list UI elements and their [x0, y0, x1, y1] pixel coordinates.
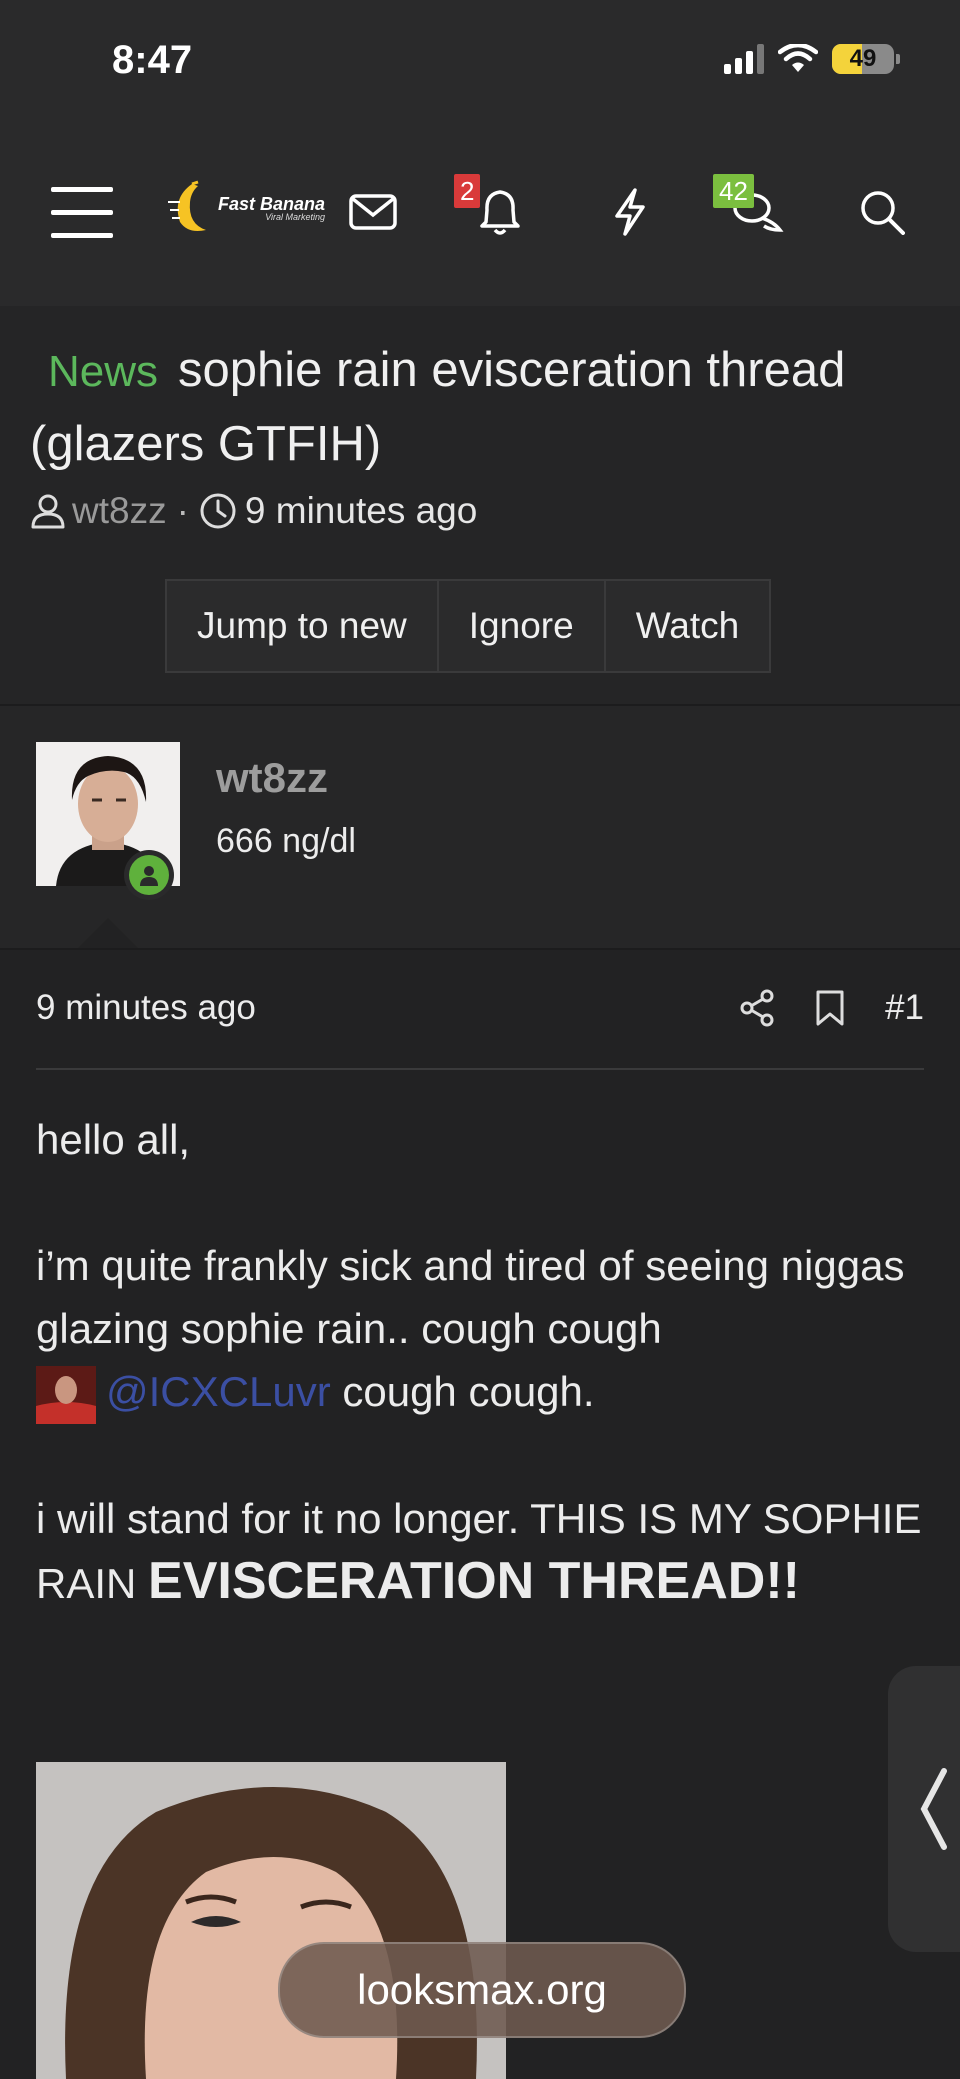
bolt-icon	[615, 188, 645, 236]
post-bold-text: EVISCERATION THREAD!!	[148, 1551, 800, 1610]
logo-tagline: Viral Marketing	[265, 211, 326, 222]
clock-icon	[200, 493, 236, 529]
side-drawer-tab[interactable]	[888, 1666, 960, 1952]
post-body: hello all, i’m quite frankly sick and ti…	[36, 1108, 924, 1678]
user-title: 666 ng/dl	[216, 822, 356, 860]
post-text: cough cough.	[342, 1368, 595, 1415]
post-paragraph: i will stand for it no longer. THIS IS M…	[36, 1487, 924, 1615]
banana-logo-icon	[168, 180, 206, 231]
logo-name: Fast Banana	[218, 193, 326, 214]
user-bar-arrow	[78, 918, 138, 948]
jump-to-new-button[interactable]: Jump to new	[167, 581, 439, 671]
menu-button[interactable]	[42, 172, 122, 252]
thread-meta: wt8zz · 9 minutes ago	[30, 490, 477, 532]
mail-icon	[349, 194, 397, 230]
user-icon	[31, 494, 65, 529]
bell-icon	[480, 190, 520, 235]
mention-avatar	[36, 1365, 96, 1424]
ignore-button[interactable]: Ignore	[438, 581, 606, 671]
thread-prefix[interactable]: News	[48, 347, 158, 396]
meta-separator: ·	[176, 490, 189, 531]
share-icon[interactable]	[739, 989, 775, 1027]
divider	[36, 1068, 924, 1070]
menu-icon	[51, 187, 113, 238]
online-indicator	[124, 850, 174, 900]
thread-time[interactable]: 9 minutes ago	[245, 490, 477, 532]
post-number[interactable]: #1	[885, 988, 924, 1028]
search-button[interactable]	[842, 172, 922, 252]
status-icons: 49	[724, 44, 900, 74]
search-icon	[861, 191, 905, 235]
browser-url-bar[interactable]: looksmax.org	[278, 1942, 686, 2038]
conversations-badge: 42	[713, 174, 754, 208]
status-bar: 8:47 49	[0, 0, 960, 120]
cellular-signal-icon	[724, 44, 764, 74]
user-online-icon	[140, 866, 158, 886]
chevron-left-icon	[920, 1768, 947, 1850]
thread-actions: Jump to new Ignore Watch	[165, 579, 772, 673]
battery-icon: 49	[832, 44, 900, 74]
post-username[interactable]: wt8zz	[216, 754, 328, 802]
thread-header: News sophie rain evisceration thread (gla…	[0, 306, 960, 706]
post-time[interactable]: 9 minutes ago	[36, 988, 256, 1027]
bookmark-icon[interactable]	[815, 989, 845, 1027]
post-user-bar: wt8zz 666 ng/dl	[0, 706, 960, 950]
post-text: i’m quite frankly sick and tired of seei…	[36, 1242, 905, 1352]
whats-new-button[interactable]	[590, 172, 670, 252]
status-time: 8:47	[112, 38, 193, 82]
site-logo[interactable]: Fast Banana Viral Marketing	[168, 180, 325, 236]
user-mention-link[interactable]: @ICXCLuvr	[106, 1368, 331, 1415]
watch-button[interactable]: Watch	[605, 581, 770, 671]
thread-author[interactable]: wt8zz	[72, 490, 167, 532]
post-paragraph: i’m quite frankly sick and tired of seei…	[36, 1234, 924, 1424]
inbox-button[interactable]	[333, 172, 413, 252]
top-navbar: 2 42	[0, 120, 960, 308]
post-paragraph: hello all,	[36, 1116, 191, 1163]
battery-percent: 49	[849, 45, 877, 72]
alerts-badge: 2	[454, 174, 481, 208]
post-meta: 9 minutes ago #1	[36, 988, 924, 1038]
thread-title: News sophie rain evisceration thread (gla…	[30, 334, 940, 480]
wifi-icon	[778, 44, 818, 72]
